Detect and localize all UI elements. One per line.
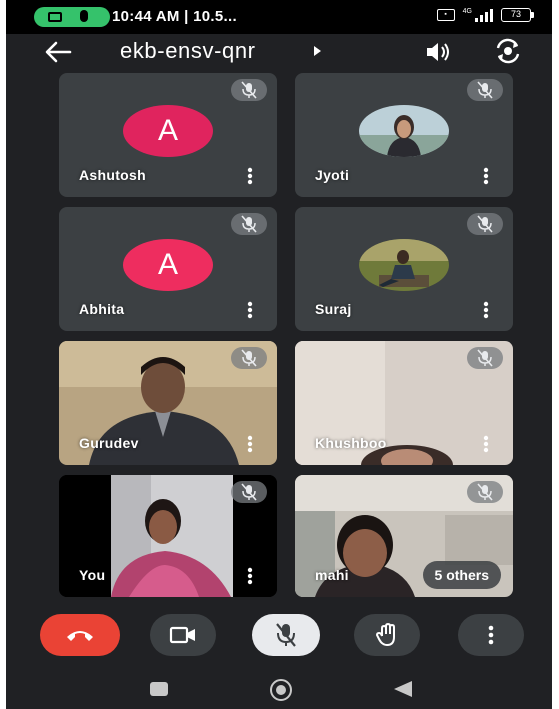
mic-off-icon <box>231 481 267 503</box>
meeting-details-caret-icon[interactable] <box>314 46 321 56</box>
avatar-photo <box>359 239 449 291</box>
more-vert-icon[interactable] <box>245 299 255 321</box>
mic-off-icon <box>231 347 267 369</box>
participant-tile-abhita[interactable]: A Abhita <box>59 207 277 331</box>
participant-tile-khushboo[interactable]: Khushboo <box>295 341 513 465</box>
participant-tile-suraj[interactable]: Suraj <box>295 207 513 331</box>
mic-off-icon <box>467 79 503 101</box>
participant-name: Khushboo <box>315 435 387 451</box>
volte-icon: ▪ <box>436 9 455 21</box>
call-controls <box>6 614 552 664</box>
camera-toggle-button[interactable] <box>150 614 216 656</box>
avatar: A <box>123 105 213 157</box>
mic-off-icon <box>231 79 267 101</box>
more-vert-icon[interactable] <box>245 165 255 187</box>
screen-record-mic-icon <box>80 10 88 22</box>
battery-level: 73 <box>501 8 531 22</box>
more-vert-icon[interactable] <box>245 565 255 587</box>
participant-tile-mahi[interactable]: mahi 5 others <box>295 475 513 597</box>
back-arrow-icon[interactable] <box>42 38 74 66</box>
others-count-chip[interactable]: 5 others <box>422 561 501 589</box>
switch-camera-icon[interactable] <box>492 36 524 66</box>
participant-name: Suraj <box>315 301 352 317</box>
network-type: 4G <box>462 8 472 15</box>
mic-off-icon <box>276 623 296 647</box>
screen-recording-indicator[interactable] <box>34 7 110 27</box>
participant-name: Gurudev <box>79 435 139 451</box>
more-options-button[interactable] <box>458 614 524 656</box>
battery-icon: 73 <box>501 8 534 22</box>
back-icon[interactable] <box>394 681 412 697</box>
end-call-icon <box>67 631 93 641</box>
mic-off-icon <box>467 481 503 503</box>
participant-name: Jyoti <box>315 167 350 183</box>
participant-name: You <box>79 567 106 583</box>
participant-tile-jyoti[interactable]: Jyoti <box>295 73 513 197</box>
mic-off-icon <box>231 213 267 235</box>
end-call-button[interactable] <box>40 614 120 656</box>
participant-tile-gurudev[interactable]: Gurudev <box>59 341 277 465</box>
mic-off-icon <box>467 347 503 369</box>
participant-name: Ashutosh <box>79 167 146 183</box>
meet-call-screen: 10:44 AM | 10.5... ▪ 4G 73 ekb-ensv-qnr <box>6 0 552 709</box>
speaker-icon[interactable] <box>424 38 454 66</box>
participant-tile-you[interactable]: You <box>59 475 277 597</box>
camera-icon <box>169 626 195 644</box>
more-vert-icon[interactable] <box>481 299 491 321</box>
more-vert-icon <box>488 625 494 645</box>
avatar: A <box>123 239 213 291</box>
participant-tile-ashutosh[interactable]: A Ashutosh <box>59 73 277 197</box>
call-header: ekb-ensv-qnr <box>6 34 552 72</box>
mic-off-icon <box>467 213 503 235</box>
home-icon[interactable] <box>270 679 292 701</box>
raise-hand-icon <box>376 623 395 646</box>
participant-name: mahi <box>315 567 349 583</box>
system-nav-bar <box>6 664 552 709</box>
signal-icon: 4G <box>463 8 493 22</box>
screen-record-camera-icon <box>48 12 62 22</box>
meeting-code[interactable]: ekb-ensv-qnr <box>120 38 256 64</box>
more-vert-icon[interactable] <box>481 433 491 455</box>
recents-icon[interactable] <box>150 682 168 696</box>
participant-name: Abhita <box>79 301 125 317</box>
status-bar: 10:44 AM | 10.5... ▪ 4G 73 <box>6 0 552 34</box>
mic-toggle-button[interactable] <box>252 614 320 656</box>
more-vert-icon[interactable] <box>481 165 491 187</box>
raise-hand-button[interactable] <box>354 614 420 656</box>
avatar-photo <box>359 105 449 157</box>
more-vert-icon[interactable] <box>245 433 255 455</box>
status-icons: ▪ 4G 73 <box>436 8 534 22</box>
status-time: 10:44 AM | 10.5... <box>112 8 237 25</box>
